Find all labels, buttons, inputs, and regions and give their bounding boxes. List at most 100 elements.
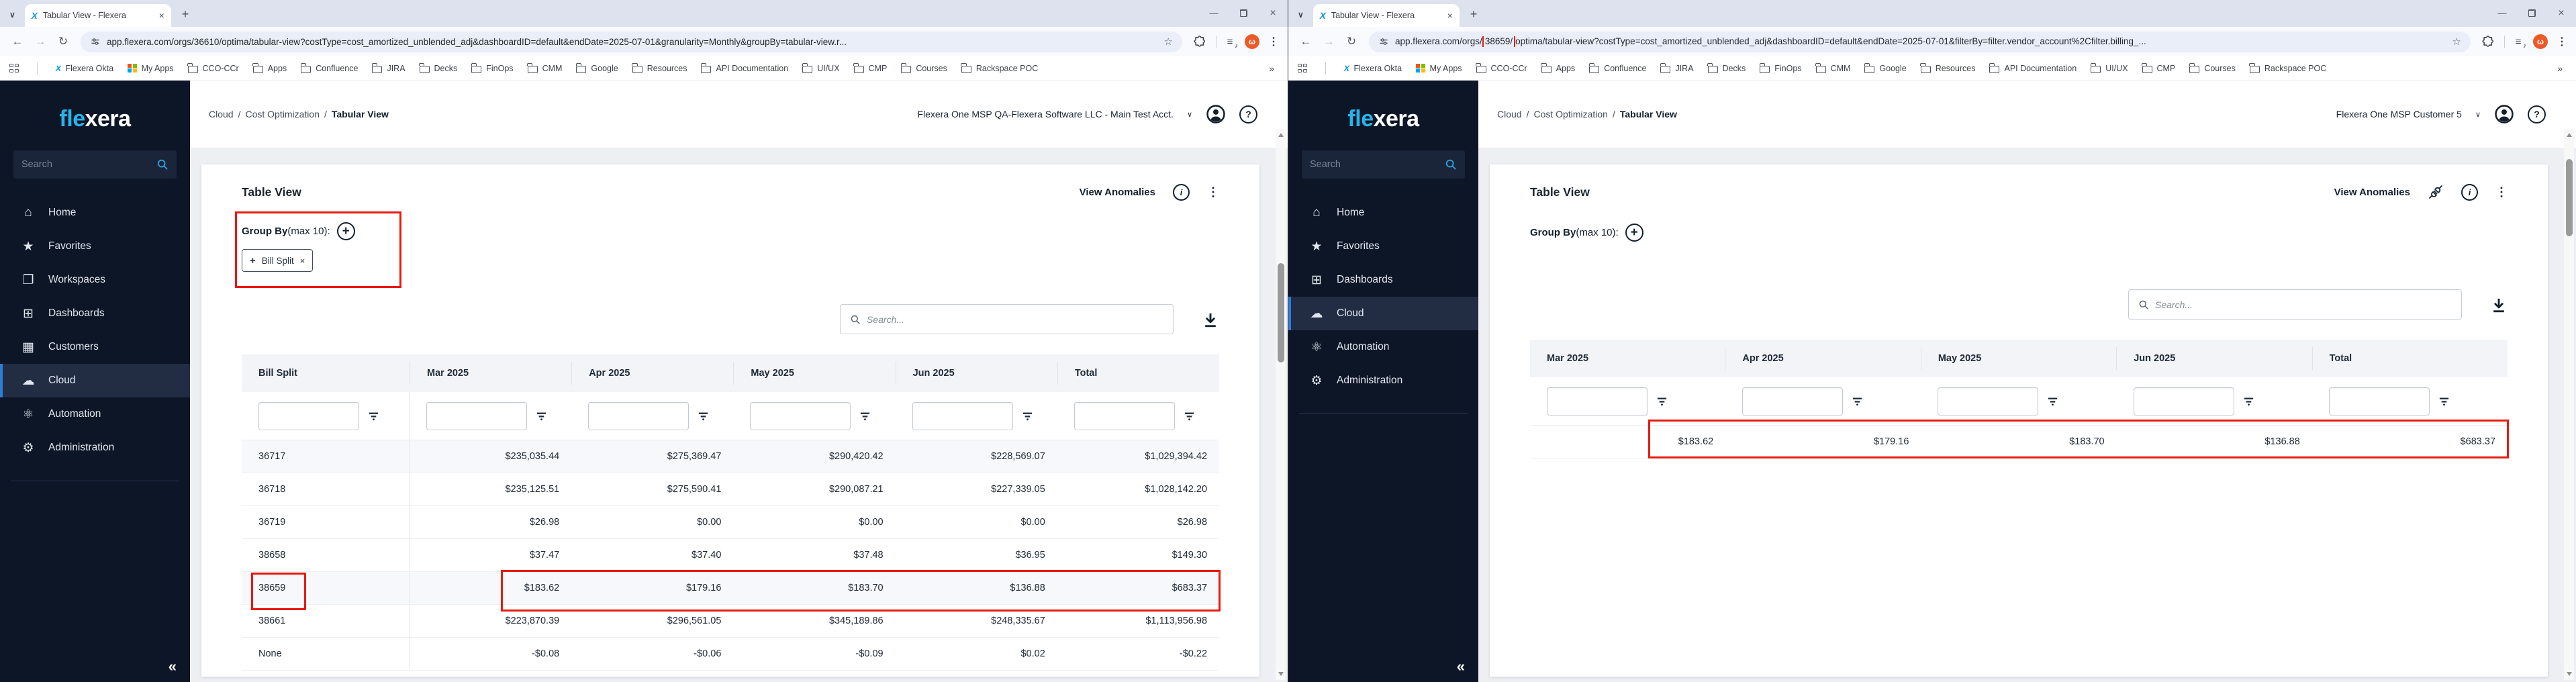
- bookmarks-overflow-icon[interactable]: »: [1269, 63, 1278, 74]
- bookmark-flexera-okta[interactable]: XFlexera Okta: [1344, 64, 1402, 73]
- bookmark-folder[interactable]: Resources: [632, 64, 687, 73]
- sidebar-item-customers[interactable]: ▦Customers: [0, 330, 190, 364]
- sidebar-search[interactable]: [13, 150, 177, 179]
- help-icon[interactable]: ?: [2528, 105, 2546, 124]
- sidebar-item-automation[interactable]: ⚛Automation: [1288, 330, 1478, 364]
- bookmark-folder[interactable]: Google: [576, 64, 618, 73]
- view-anomalies-link[interactable]: View Anomalies: [2334, 187, 2410, 198]
- download-icon[interactable]: [2490, 296, 2508, 313]
- bookmark-folder[interactable]: JIRA: [372, 64, 405, 73]
- add-group-by-button[interactable]: +: [1625, 224, 1643, 242]
- table-row[interactable]: 38661 $223,870.39 $296,561.05 $345,189.8…: [242, 605, 1219, 638]
- sidebar-item-home[interactable]: ⌂Home: [1288, 196, 1478, 230]
- tab-close-icon[interactable]: ×: [159, 10, 164, 21]
- bookmark-folder[interactable]: Courses: [901, 64, 947, 73]
- sidebar-item-dashboards[interactable]: ⊞Dashboards: [0, 297, 190, 330]
- filter-icon[interactable]: [368, 410, 379, 422]
- scroll-down-icon[interactable]: [2567, 672, 2572, 676]
- filter-input[interactable]: [2134, 387, 2234, 416]
- bookmark-folder[interactable]: Decks: [1708, 64, 1746, 73]
- org-selector-label[interactable]: Flexera One MSP Customer 5: [2336, 109, 2462, 119]
- sidebar-collapse-icon[interactable]: «: [169, 658, 175, 675]
- bookmark-folder[interactable]: FinOps: [471, 64, 513, 73]
- reload-button[interactable]: ↻: [52, 35, 74, 48]
- scrollbar-thumb[interactable]: [2566, 159, 2573, 236]
- restore-button[interactable]: [1229, 0, 1258, 27]
- bookmark-folder[interactable]: Confluence: [301, 64, 358, 73]
- sidebar-item-administration[interactable]: ⚙Administration: [1288, 364, 1478, 397]
- scroll-down-icon[interactable]: [1278, 672, 1284, 676]
- bookmark-folder[interactable]: CMM: [1816, 64, 1851, 73]
- bookmark-folder[interactable]: CMP: [854, 64, 888, 73]
- extension-list-icon[interactable]: ≡♪: [2510, 36, 2526, 48]
- filter-icon[interactable]: [1022, 410, 1033, 422]
- bookmark-folder[interactable]: CCO-CCr: [188, 64, 239, 73]
- tab-close-icon[interactable]: ×: [1447, 10, 1453, 21]
- page-scrollbar[interactable]: [1276, 129, 1286, 680]
- filter-icon[interactable]: [859, 410, 871, 422]
- new-tab-button[interactable]: +: [182, 7, 189, 21]
- user-avatar-icon[interactable]: [2494, 104, 2514, 124]
- download-icon[interactable]: [1202, 311, 1219, 328]
- sidebar-item-favorites[interactable]: ★Favorites: [1288, 230, 1478, 263]
- table-search-input[interactable]: [867, 314, 1163, 325]
- bookmark-folder[interactable]: Apps: [253, 64, 287, 73]
- bookmark-folder[interactable]: Decks: [420, 64, 458, 73]
- tab-search-chevron-icon[interactable]: ∨: [1295, 10, 1309, 27]
- column-header[interactable]: Total: [2312, 347, 2508, 370]
- filter-input[interactable]: [2329, 387, 2430, 416]
- add-group-by-button[interactable]: +: [337, 222, 355, 240]
- filter-input[interactable]: [750, 402, 851, 430]
- chip-close-icon[interactable]: ×: [300, 256, 305, 266]
- column-header[interactable]: Jun 2025: [2116, 347, 2311, 370]
- bookmark-folder[interactable]: Resources: [1921, 64, 1976, 73]
- info-icon[interactable]: i: [1173, 184, 1190, 201]
- column-header[interactable]: May 2025: [1921, 347, 2116, 370]
- bookmark-folder[interactable]: Apps: [1541, 64, 1576, 73]
- table-search-input[interactable]: [2155, 299, 2452, 310]
- extension-list-icon[interactable]: ≡♪: [1222, 36, 1238, 48]
- bookmark-star-icon[interactable]: ☆: [1164, 36, 1173, 48]
- bookmark-folder[interactable]: UI/UX: [2091, 64, 2128, 73]
- minimize-button[interactable]: —: [1199, 0, 1229, 27]
- breadcrumb-cost-optimization[interactable]: Cost Optimization: [1533, 109, 1607, 119]
- table-search[interactable]: [2128, 289, 2462, 320]
- extensions-puzzle-icon[interactable]: [2481, 35, 2495, 48]
- extension-orange-icon[interactable]: ω: [1245, 34, 1259, 49]
- forward-button[interactable]: →: [30, 35, 51, 48]
- chevron-down-icon[interactable]: ∨: [1187, 110, 1192, 119]
- extensions-puzzle-icon[interactable]: [1193, 35, 1206, 48]
- filter-input[interactable]: [1547, 387, 1648, 416]
- bookmarks-overflow-icon[interactable]: »: [2557, 63, 2567, 74]
- filter-input[interactable]: [1938, 387, 2038, 416]
- table-row-38659[interactable]: 38659 $183.62 $179.16 $183.70 $136.88 $6…: [242, 572, 1219, 605]
- address-bar[interactable]: app.flexera.com/orgs/38659/optima/tabula…: [1369, 32, 2471, 52]
- bookmark-folder[interactable]: UI/UX: [802, 64, 839, 73]
- browser-tab[interactable]: X Tabular View - Flexera ×: [25, 4, 171, 27]
- close-button[interactable]: ×: [1258, 0, 1288, 27]
- filter-input[interactable]: [1742, 387, 1843, 416]
- column-header[interactable]: Apr 2025: [1725, 347, 1920, 370]
- bookmark-folder[interactable]: JIRA: [1660, 64, 1693, 73]
- info-icon[interactable]: i: [2461, 184, 2478, 201]
- site-controls-icon[interactable]: [90, 36, 101, 47]
- scrollbar-thumb[interactable]: [1278, 263, 1284, 362]
- extension-orange-icon[interactable]: ω: [2533, 34, 2548, 49]
- filter-icon[interactable]: [2047, 395, 2058, 407]
- site-controls-icon[interactable]: [1378, 36, 1389, 47]
- filter-input[interactable]: [588, 402, 689, 430]
- sidebar-collapse-icon[interactable]: «: [1457, 658, 1464, 675]
- table-row[interactable]: 36719 $26.98 $0.00 $0.00 $0.00 $26.98: [242, 506, 1219, 539]
- tab-search-chevron-icon[interactable]: ∨: [7, 10, 21, 27]
- browser-menu-icon[interactable]: ⋮: [1266, 35, 1281, 48]
- column-header[interactable]: Total: [1057, 362, 1219, 385]
- table-row[interactable]: 36717 $235,035.44 $275,369.47 $290,420.4…: [242, 440, 1219, 473]
- bookmark-folder[interactable]: Rackspace POC: [961, 64, 1038, 73]
- filter-input[interactable]: [1074, 402, 1175, 430]
- column-header[interactable]: Jun 2025: [896, 362, 1057, 385]
- column-header[interactable]: Mar 2025: [410, 362, 571, 385]
- sidebar-search-input[interactable]: [1310, 159, 1445, 170]
- back-button[interactable]: ←: [1295, 35, 1317, 48]
- bookmark-folder[interactable]: CMM: [528, 64, 563, 73]
- sidebar-item-administration[interactable]: ⚙Administration: [0, 431, 190, 465]
